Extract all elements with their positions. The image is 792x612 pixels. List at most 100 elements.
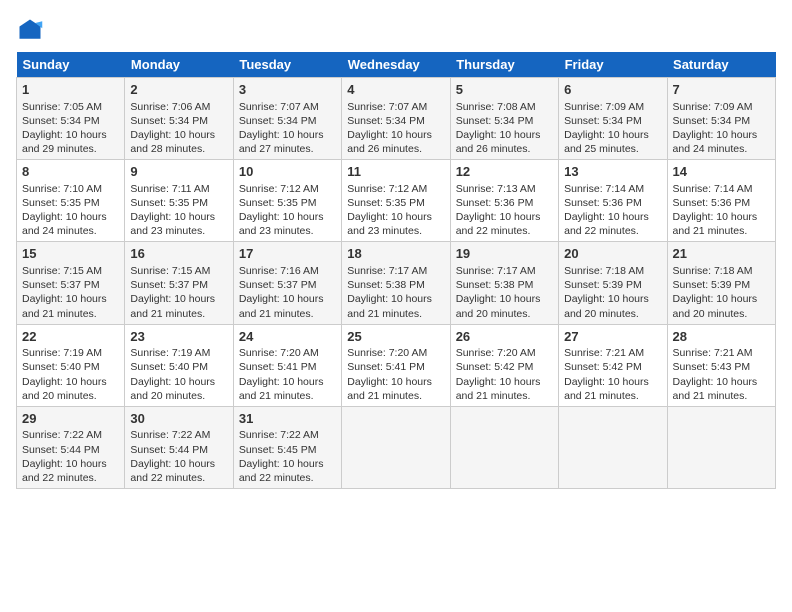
day-number: 7 [673,81,770,99]
day-info-line: and 21 minutes. [673,224,770,238]
day-info-line: Sunset: 5:34 PM [564,114,661,128]
day-info-line: Sunset: 5:37 PM [22,278,119,292]
day-info-line: Sunset: 5:45 PM [239,443,336,457]
day-info-line: Daylight: 10 hours [22,375,119,389]
day-info-line: Daylight: 10 hours [673,210,770,224]
day-info-line: and 21 minutes. [22,307,119,321]
day-info-line: Sunset: 5:39 PM [673,278,770,292]
day-info-line: and 26 minutes. [347,142,444,156]
calendar-day-cell: 2Sunrise: 7:06 AMSunset: 5:34 PMDaylight… [125,78,233,160]
day-info-line: Sunrise: 7:15 AM [22,264,119,278]
day-info-line: Sunset: 5:41 PM [347,360,444,374]
day-info-line: Sunrise: 7:18 AM [673,264,770,278]
day-info-line: and 22 minutes. [564,224,661,238]
calendar-day-cell: 11Sunrise: 7:12 AMSunset: 5:35 PMDayligh… [342,160,450,242]
calendar-day-cell: 22Sunrise: 7:19 AMSunset: 5:40 PMDayligh… [17,324,125,406]
day-info-line: and 21 minutes. [347,307,444,321]
calendar-day-cell: 6Sunrise: 7:09 AMSunset: 5:34 PMDaylight… [559,78,667,160]
calendar-day-cell: 21Sunrise: 7:18 AMSunset: 5:39 PMDayligh… [667,242,775,324]
day-info-line: Sunrise: 7:11 AM [130,182,227,196]
day-info-line: Sunrise: 7:22 AM [130,428,227,442]
day-info-line: Sunrise: 7:20 AM [456,346,553,360]
day-info-line: Sunrise: 7:16 AM [239,264,336,278]
logo [16,16,48,44]
day-number: 12 [456,163,553,181]
day-info-line: Sunrise: 7:13 AM [456,182,553,196]
day-info-line: Sunrise: 7:07 AM [239,100,336,114]
calendar-header-cell: Sunday [17,52,125,78]
day-number: 5 [456,81,553,99]
day-number: 17 [239,245,336,263]
day-number: 24 [239,328,336,346]
day-info-line: Sunrise: 7:09 AM [564,100,661,114]
day-number: 22 [22,328,119,346]
day-info-line: Sunrise: 7:12 AM [347,182,444,196]
day-number: 25 [347,328,444,346]
calendar-day-cell: 30Sunrise: 7:22 AMSunset: 5:44 PMDayligh… [125,406,233,488]
day-info-line: Sunrise: 7:14 AM [673,182,770,196]
day-info-line: Daylight: 10 hours [239,210,336,224]
calendar-header-cell: Monday [125,52,233,78]
day-info-line: Daylight: 10 hours [456,128,553,142]
calendar-week-row: 15Sunrise: 7:15 AMSunset: 5:37 PMDayligh… [17,242,776,324]
calendar-day-cell: 13Sunrise: 7:14 AMSunset: 5:36 PMDayligh… [559,160,667,242]
day-info-line: and 21 minutes. [347,389,444,403]
calendar-day-cell: 9Sunrise: 7:11 AMSunset: 5:35 PMDaylight… [125,160,233,242]
calendar-header-cell: Thursday [450,52,558,78]
day-number: 29 [22,410,119,428]
calendar-day-cell: 23Sunrise: 7:19 AMSunset: 5:40 PMDayligh… [125,324,233,406]
day-info-line: Sunset: 5:34 PM [456,114,553,128]
day-info-line: Sunrise: 7:05 AM [22,100,119,114]
day-info-line: and 20 minutes. [130,389,227,403]
day-info-line: and 20 minutes. [22,389,119,403]
calendar-day-cell: 5Sunrise: 7:08 AMSunset: 5:34 PMDaylight… [450,78,558,160]
day-info-line: Daylight: 10 hours [564,292,661,306]
day-info-line: Daylight: 10 hours [130,375,227,389]
day-number: 23 [130,328,227,346]
day-info-line: Daylight: 10 hours [564,375,661,389]
day-info-line: and 21 minutes. [239,307,336,321]
day-info-line: Sunrise: 7:19 AM [22,346,119,360]
day-info-line: Sunset: 5:43 PM [673,360,770,374]
day-info-line: and 26 minutes. [456,142,553,156]
day-info-line: and 22 minutes. [456,224,553,238]
day-info-line: Daylight: 10 hours [239,457,336,471]
calendar-day-cell: 24Sunrise: 7:20 AMSunset: 5:41 PMDayligh… [233,324,341,406]
day-info-line: Sunset: 5:36 PM [456,196,553,210]
day-number: 3 [239,81,336,99]
calendar-week-row: 29Sunrise: 7:22 AMSunset: 5:44 PMDayligh… [17,406,776,488]
day-info-line: Sunset: 5:42 PM [456,360,553,374]
day-info-line: Daylight: 10 hours [564,210,661,224]
calendar-week-row: 22Sunrise: 7:19 AMSunset: 5:40 PMDayligh… [17,324,776,406]
day-info-line: Daylight: 10 hours [456,292,553,306]
day-info-line: Daylight: 10 hours [673,128,770,142]
day-info-line: and 23 minutes. [347,224,444,238]
day-info-line: Sunrise: 7:12 AM [239,182,336,196]
day-info-line: Sunset: 5:42 PM [564,360,661,374]
day-info-line: Daylight: 10 hours [347,128,444,142]
day-number: 9 [130,163,227,181]
header [16,16,776,44]
calendar-day-cell [667,406,775,488]
day-info-line: and 24 minutes. [22,224,119,238]
calendar-day-cell [342,406,450,488]
day-info-line: Sunset: 5:34 PM [22,114,119,128]
day-info-line: Sunset: 5:41 PM [239,360,336,374]
day-info-line: Daylight: 10 hours [22,210,119,224]
page-container: SundayMondayTuesdayWednesdayThursdayFrid… [0,0,792,497]
day-info-line: Sunset: 5:36 PM [564,196,661,210]
day-info-line: Sunset: 5:40 PM [130,360,227,374]
day-info-line: Daylight: 10 hours [130,457,227,471]
calendar-day-cell: 15Sunrise: 7:15 AMSunset: 5:37 PMDayligh… [17,242,125,324]
calendar-day-cell: 16Sunrise: 7:15 AMSunset: 5:37 PMDayligh… [125,242,233,324]
day-number: 2 [130,81,227,99]
day-info-line: and 29 minutes. [22,142,119,156]
day-number: 28 [673,328,770,346]
day-info-line: Daylight: 10 hours [347,292,444,306]
calendar-day-cell: 1Sunrise: 7:05 AMSunset: 5:34 PMDaylight… [17,78,125,160]
day-info-line: Daylight: 10 hours [456,375,553,389]
calendar-header-cell: Friday [559,52,667,78]
day-info-line: Daylight: 10 hours [239,128,336,142]
day-info-line: Daylight: 10 hours [22,457,119,471]
day-number: 30 [130,410,227,428]
